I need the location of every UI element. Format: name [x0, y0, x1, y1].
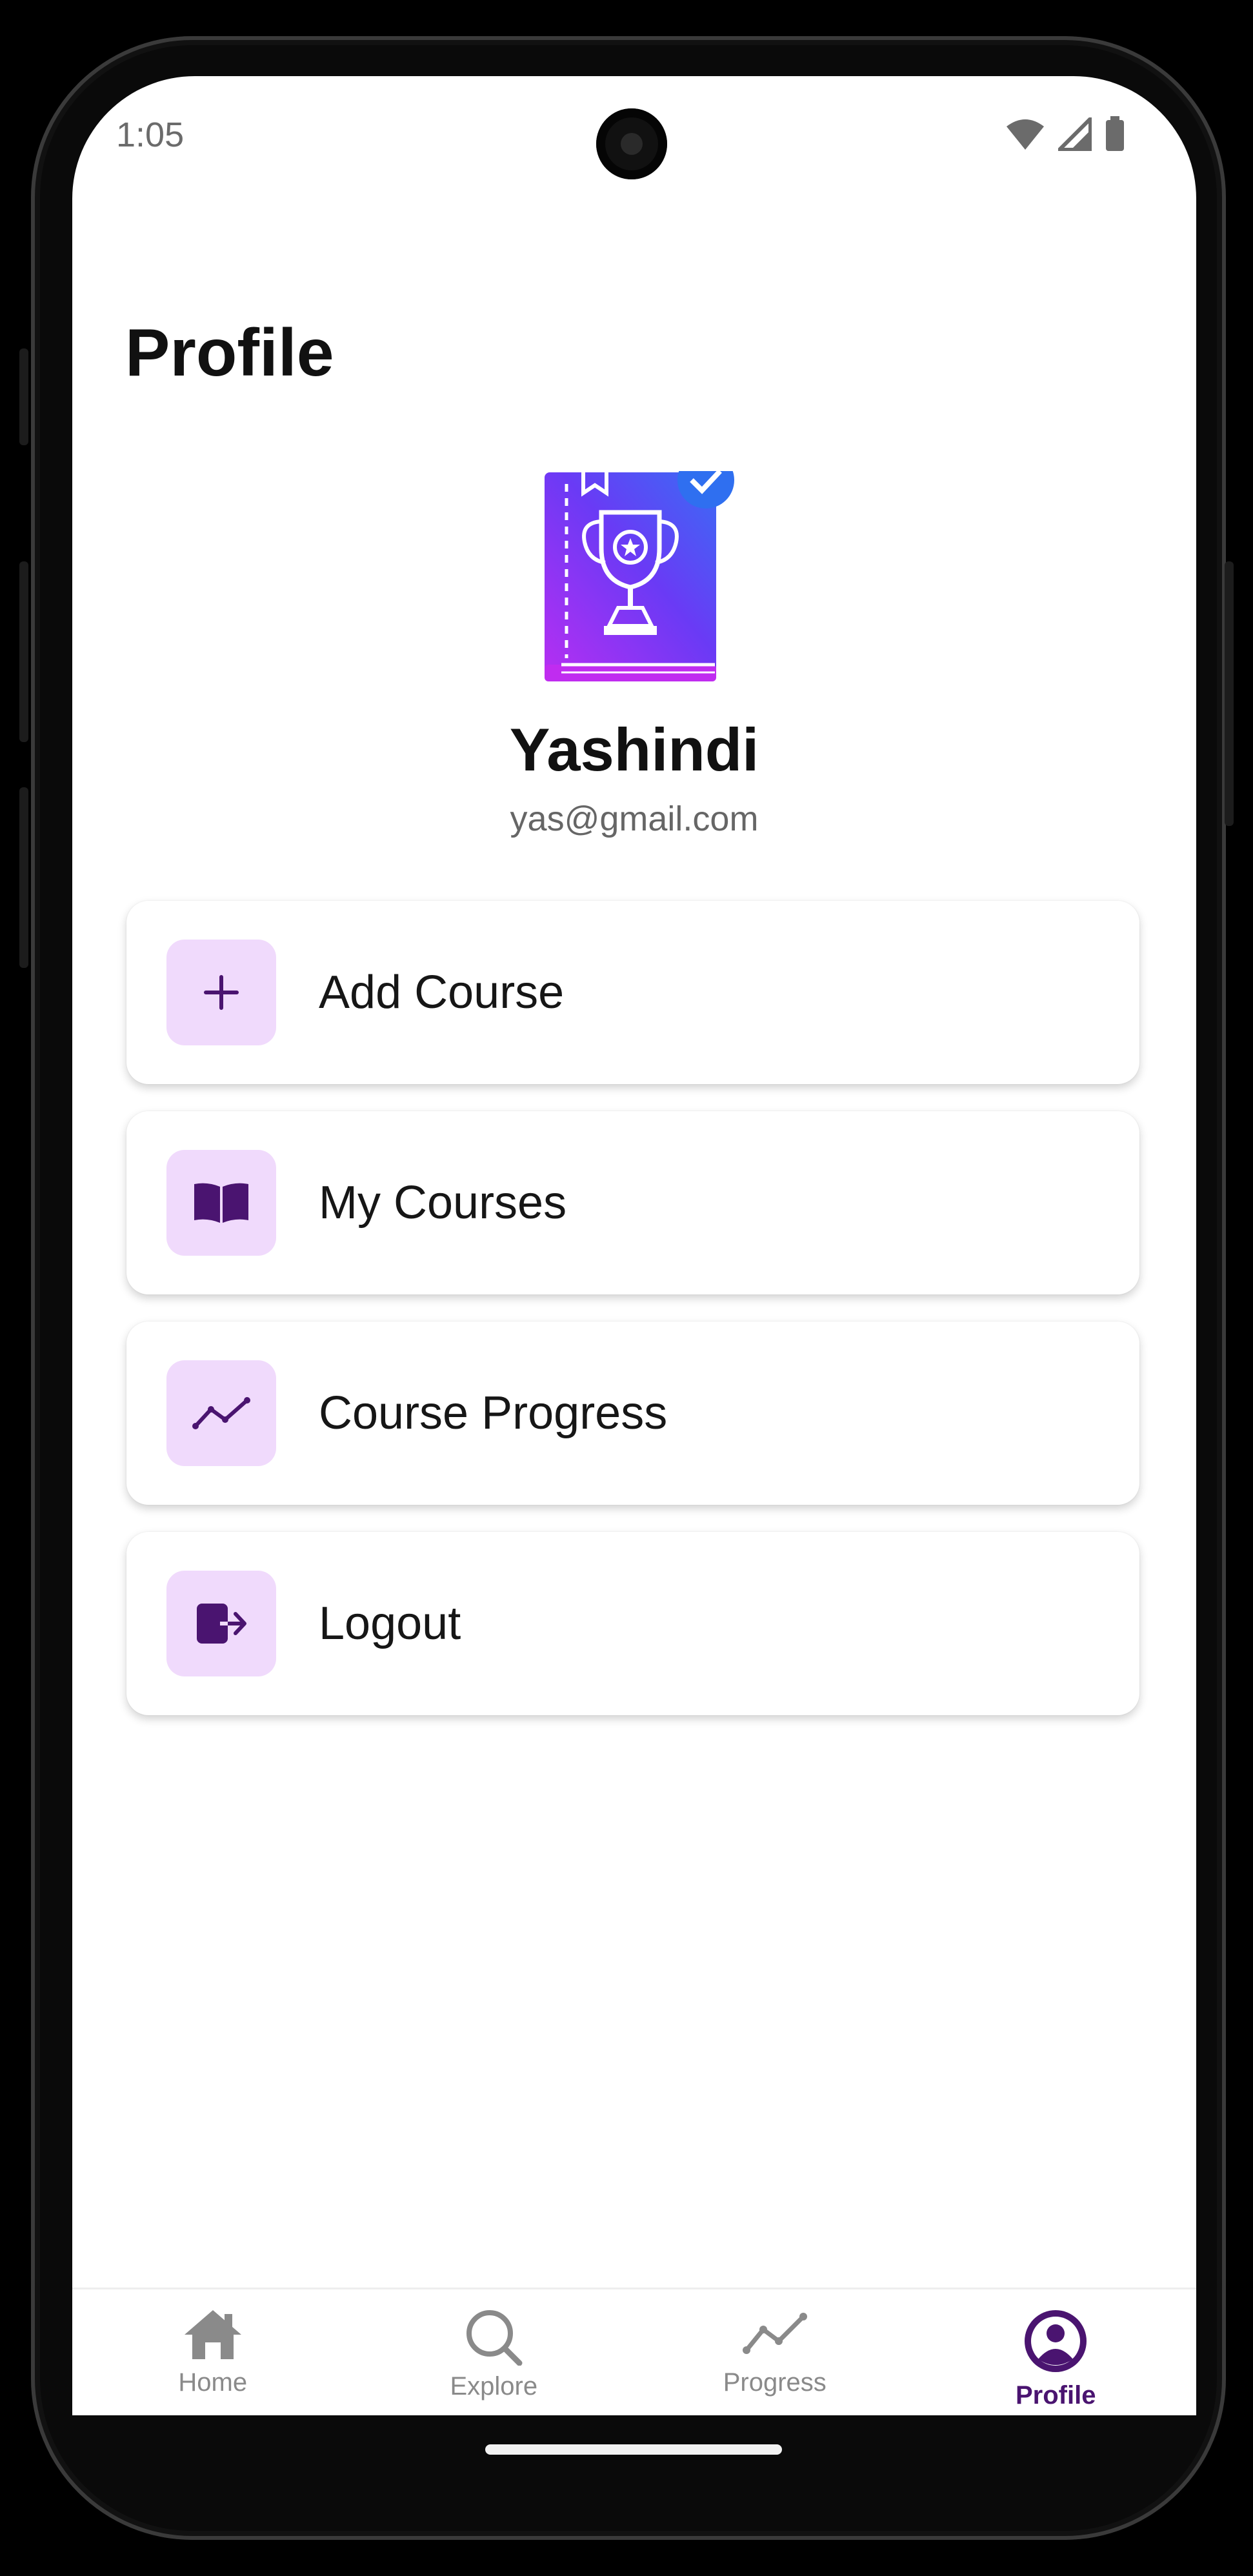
- profile-menu: Add Course My Courses Course Progress Lo…: [126, 901, 1139, 1742]
- nav-progress-label: Progress: [723, 2368, 827, 2397]
- logout-icon: [166, 1571, 276, 1676]
- my-courses-label: My Courses: [319, 1177, 567, 1229]
- plus-icon: [166, 940, 276, 1045]
- trophy-book-avatar-icon: [545, 471, 734, 681]
- app-screen: 1:05 Profile Yashindi yas@gmail.com Add …: [72, 76, 1196, 2415]
- power-button: [19, 787, 28, 968]
- nav-progress[interactable]: Progress: [634, 2289, 916, 2415]
- volume-down-button: [19, 561, 28, 742]
- nav-profile[interactable]: Profile: [916, 2289, 1197, 2415]
- cell-signal-icon: [1058, 117, 1092, 151]
- add-course-label: Add Course: [319, 967, 565, 1018]
- add-course-button[interactable]: Add Course: [126, 901, 1139, 1084]
- bottom-navigation: Home Explore Progress Profile: [72, 2288, 1196, 2415]
- search-icon: [466, 2310, 523, 2366]
- course-progress-label: Course Progress: [319, 1387, 668, 1439]
- logout-button[interactable]: Logout: [126, 1532, 1139, 1715]
- my-courses-button[interactable]: My Courses: [126, 1111, 1139, 1294]
- logout-label: Logout: [319, 1598, 461, 1649]
- trend-line-icon: [166, 1360, 276, 1466]
- user-name: Yashindi: [509, 716, 759, 783]
- page-title: Profile: [125, 316, 334, 390]
- wifi-icon: [1007, 119, 1044, 150]
- nav-explore[interactable]: Explore: [354, 2289, 635, 2415]
- side-button-right: [1225, 561, 1234, 826]
- nav-home-label: Home: [178, 2368, 248, 2397]
- user-email: yas@gmail.com: [510, 800, 759, 838]
- home-indicator[interactable]: [485, 2444, 782, 2455]
- course-progress-button[interactable]: Course Progress: [126, 1322, 1139, 1505]
- user-circle-icon: [1025, 2310, 1087, 2372]
- volume-up-button: [19, 348, 28, 445]
- status-time: 1:05: [116, 116, 185, 154]
- home-icon: [184, 2310, 241, 2359]
- book-icon: [166, 1150, 276, 1256]
- nav-profile-label: Profile: [1016, 2381, 1096, 2410]
- battery-icon: [1106, 116, 1124, 151]
- nav-explore-label: Explore: [450, 2372, 538, 2400]
- front-camera: [596, 108, 667, 179]
- nav-home[interactable]: Home: [72, 2289, 354, 2415]
- trend-line-icon: [742, 2313, 807, 2354]
- status-icons: [1005, 116, 1125, 152]
